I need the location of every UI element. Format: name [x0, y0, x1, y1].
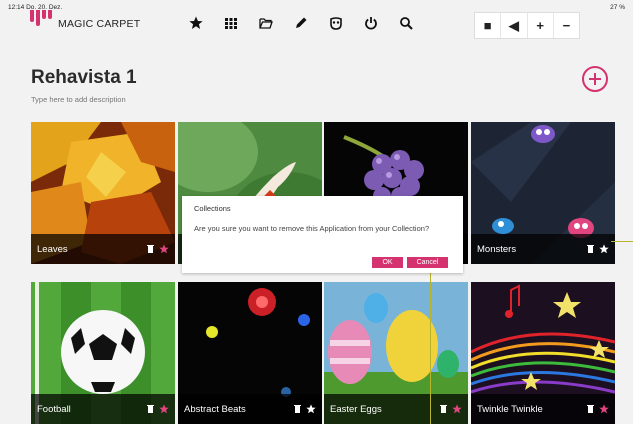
ok-button[interactable]: OK	[372, 257, 403, 268]
pencil-icon	[295, 17, 306, 28]
trash-icon[interactable]	[439, 403, 448, 413]
window-controls: ■ ◀ + −	[474, 12, 580, 39]
favorites-button[interactable]	[178, 12, 213, 34]
logo-mark-icon	[30, 10, 52, 26]
stop-button[interactable]: ■	[475, 13, 502, 38]
power-icon	[364, 17, 377, 30]
add-application-button[interactable]	[582, 66, 608, 92]
apps-button[interactable]	[213, 12, 248, 34]
tile-label: Leaves	[37, 244, 68, 255]
dialog-title: Collections	[194, 204, 231, 213]
description-field[interactable]: Type here to add description	[31, 95, 126, 104]
callout-line	[430, 262, 431, 424]
cancel-button[interactable]: Cancel	[407, 257, 448, 268]
trash-icon[interactable]	[586, 403, 595, 413]
search-button[interactable]	[388, 12, 423, 34]
star-icon[interactable]	[599, 244, 609, 254]
app-logo: MAGIC CARPET	[30, 10, 141, 34]
profile-button[interactable]	[318, 12, 353, 34]
confirm-remove-dialog: Collections Are you sure you want to rem…	[182, 196, 463, 273]
tile-label: Twinkle Twinkle	[477, 404, 543, 415]
star-icon[interactable]	[159, 244, 169, 254]
tile-label: Monsters	[477, 244, 517, 255]
folder-open-icon	[258, 18, 273, 29]
app-tile-twinkle-twinkle[interactable]: Twinkle Twinkle	[471, 282, 615, 424]
power-button[interactable]	[353, 12, 388, 34]
tile-label: Football	[37, 404, 71, 415]
edit-button[interactable]	[283, 12, 318, 34]
star-icon[interactable]	[599, 404, 609, 414]
volume-button[interactable]: ◀	[501, 13, 528, 38]
tile-label: Abstract Beats	[184, 404, 246, 415]
battery-status: 27 %	[610, 4, 625, 11]
trash-icon[interactable]	[293, 403, 302, 413]
trash-icon[interactable]	[586, 243, 595, 253]
zoom-out-button[interactable]: −	[554, 13, 579, 38]
trash-icon[interactable]	[146, 403, 155, 413]
tile-label: Easter Eggs	[330, 404, 382, 415]
callout-line	[611, 241, 633, 242]
trash-icon[interactable]	[146, 243, 155, 253]
star-icon	[188, 16, 203, 29]
zoom-in-button[interactable]: +	[528, 13, 554, 38]
app-name: MAGIC CARPET	[58, 18, 141, 30]
star-icon[interactable]	[452, 404, 462, 414]
main-toolbar	[178, 12, 423, 34]
app-tile-abstract-beats[interactable]: Abstract Beats	[178, 282, 322, 424]
star-icon[interactable]	[306, 404, 316, 414]
collections-button[interactable]	[248, 12, 283, 34]
app-tile-leaves[interactable]: Leaves	[31, 122, 175, 264]
app-tile-easter-eggs[interactable]: Easter Eggs	[324, 282, 468, 424]
app-tile-monsters[interactable]: Monsters	[471, 122, 615, 264]
search-icon	[399, 17, 413, 30]
star-icon[interactable]	[159, 404, 169, 414]
grid-icon	[224, 18, 237, 29]
dialog-message: Are you sure you want to remove this App…	[194, 224, 430, 233]
mask-icon	[329, 17, 342, 30]
app-tile-football[interactable]: Football	[31, 282, 175, 424]
collection-title[interactable]: Rehavista 1	[31, 67, 137, 89]
